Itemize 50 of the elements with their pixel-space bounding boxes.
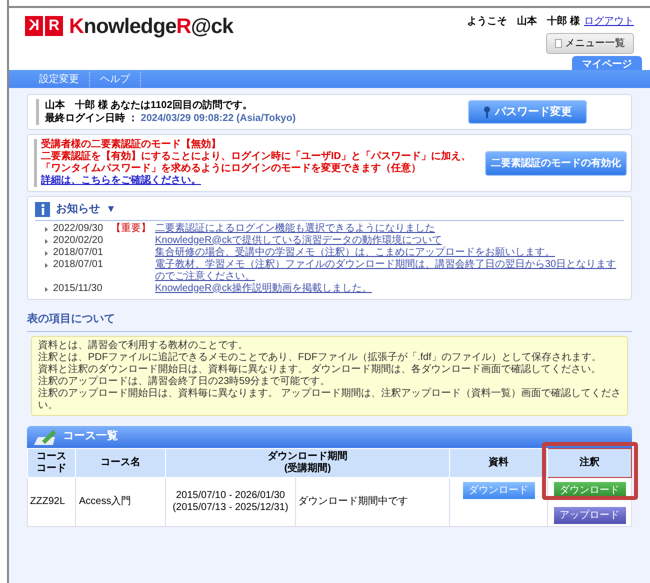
note-upload-button[interactable]: アップロード <box>554 506 626 524</box>
table-cell: 2015/07/10 - 2026/01/30 (2015/07/13 - 2025/12/31) <box>166 477 296 526</box>
two-factor-text: 受講者様の二要素認証のモード【無効】 <box>41 139 222 150</box>
visit-message: 山本 十郎 様 あなたは1102回目の訪問です。 <box>45 99 254 112</box>
notice-link[interactable]: 集合研修の場合、受講中の学習メモ（注釈）は、こまめにアップロードをお願いします。 <box>155 246 555 258</box>
about-text: 注釈のアップロードは、講習会終了日の23時59分まで可能です。 <box>38 376 332 388</box>
info-icon <box>35 202 50 217</box>
bullet-icon <box>45 262 48 268</box>
two-factor-text: 二要素認証を【有効】にすることにより、ログイン時に「ユーザID」と「パスワード」に加え、 <box>41 151 472 162</box>
last-login-label: 最終ログイン日時 ： <box>45 112 138 125</box>
column-header: コース名 <box>76 448 166 477</box>
logout-link[interactable]: ログアウト <box>584 14 634 29</box>
column-header: コースコード <box>28 448 76 477</box>
notice-date: 2020/02/20 <box>53 234 104 246</box>
important-tag: 【重要】 <box>111 222 151 234</box>
section-heading: 表の項目について <box>27 312 115 324</box>
last-login-value: 2024/03/29 09:08:22 (Asia/Tokyo) <box>140 112 296 125</box>
key-icon <box>483 106 491 118</box>
pencil-note-icon <box>33 428 59 446</box>
table-cell: ダウンロード期間中です <box>296 477 450 526</box>
notices-title: お知らせ <box>56 202 100 217</box>
welcome-text: ようこそ 山本 十郎 様 <box>467 14 580 29</box>
notice-date: 2018/07/01 <box>53 258 104 270</box>
details-link[interactable]: 詳細は、こちらをご確認ください。 <box>41 175 483 187</box>
notice-link[interactable]: KnowledgeR@ck操作説明動画を掲載しました。 <box>155 282 372 294</box>
column-header: 資料 <box>450 448 548 477</box>
about-text: 注釈とは、PDFファイルに追記できるメモのことであり、FDFファイル（拡張子が「.fdf」のファイル）として保存されます。 <box>38 352 602 364</box>
notice-date: 2018/07/01 <box>53 246 104 258</box>
about-text: 資料とは、講習会で利用する教材のことです。 <box>38 340 249 352</box>
bullet-icon <box>45 250 48 256</box>
table-cell: Access入門 <box>76 477 166 526</box>
bullet-icon <box>45 286 48 292</box>
bullet-icon <box>45 226 48 232</box>
notice-date: 2022/09/30 <box>53 222 104 234</box>
about-text: 資料と注釈のダウンロード開始日は、資料毎に異なります。 ダウンロード期間は、各ダウンロード画面で確認してください。 <box>38 364 602 376</box>
two-factor-text: 「ワンタイムパスワード」を求めるようにログインのモードを変更できます（任意） <box>41 163 422 174</box>
table-cell: ZZZ92L <box>28 477 76 526</box>
brand-name: KnowledgeR@ck <box>69 14 234 40</box>
notice-link[interactable]: KnowledgeR@ckで提供している演習データの動作環境について <box>155 234 442 246</box>
collapse-toggle[interactable]: ▼ <box>106 202 116 217</box>
document-icon <box>555 39 562 48</box>
notice-link[interactable]: 電子教材、学習メモ（注釈）ファイルのダウンロード期間は、講習会終了日の翌日から30日となりますのでご注意ください。 <box>155 258 624 282</box>
about-text: 注釈のアップロード開始日は、資料毎に異なります。 アップロード期間は、注釈アップロード（資料一覧）画面で確認してください。 <box>38 388 621 412</box>
course-list-title: コース一覧 <box>63 429 118 444</box>
notice-link[interactable]: 二要素認証によるログイン機能も選択できるようになりました <box>155 222 435 234</box>
column-header: ダウンロード期間 (受講期間) <box>166 448 450 477</box>
menu-list-button[interactable]: メニュー一覧 <box>546 33 634 54</box>
bullet-icon <box>45 238 48 244</box>
column-header: 注釈 <box>548 448 632 477</box>
notice-date: 2015/11/30 <box>53 282 104 294</box>
